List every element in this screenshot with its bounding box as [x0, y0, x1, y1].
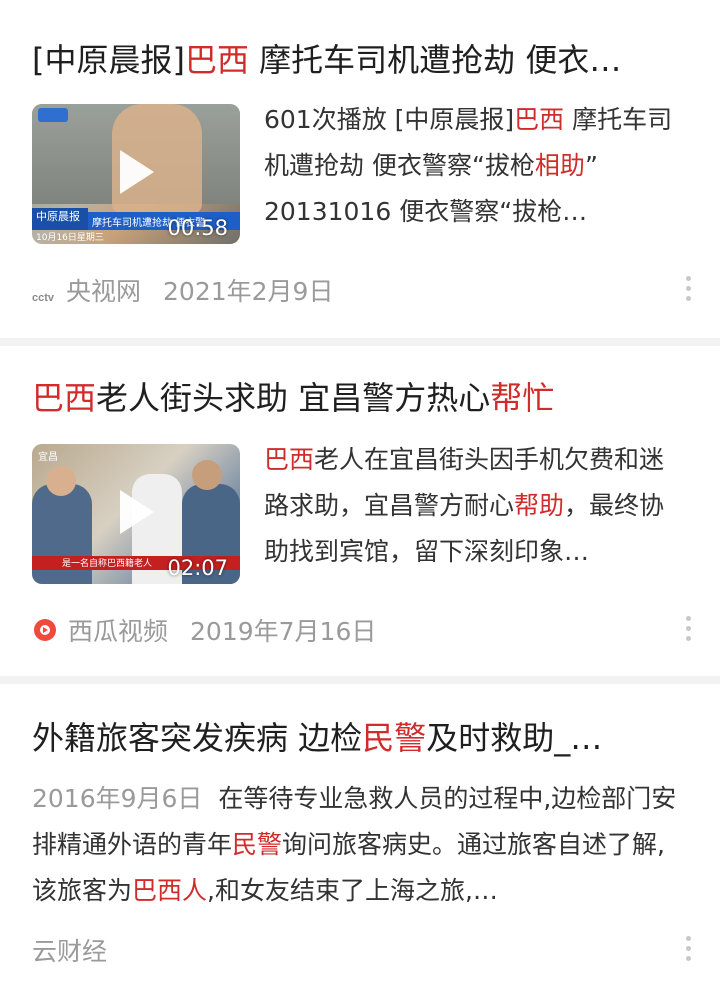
title-text: [中原晨报] — [32, 41, 185, 79]
result-title[interactable]: 巴西老人街头求助 宜昌警方热心帮忙 — [32, 376, 696, 420]
source-name[interactable]: 西瓜视频 — [68, 612, 168, 648]
video-duration: 00:58 — [167, 216, 228, 240]
result-card-2[interactable]: 巴西老人街头求助 宜昌警方热心帮忙 宜昌 是一名自称巴西籍老人 02:07 巴西… — [0, 346, 720, 676]
title-highlight: 巴西 — [32, 379, 97, 417]
result-meta: 云财经 — [32, 932, 129, 968]
publish-date: 2019年7月16日 — [190, 617, 377, 646]
more-options-icon[interactable] — [686, 936, 692, 961]
channel-logo-icon — [38, 108, 68, 122]
title-highlight: 巴西 — [184, 41, 249, 79]
video-thumbnail[interactable]: 中原晨报 摩托车司机遭抢劫 便衣警 10月16日星期三 00:58 — [32, 104, 240, 244]
result-snippet: 2016年9月6日 在等待专业急救人员的过程中,边检部门安排精通外语的青年民警询… — [32, 784, 677, 905]
thumb-caption: 宜昌 — [38, 452, 58, 463]
title-text: 及时救助_… — [426, 719, 603, 757]
thumb-caption: 中原晨报 — [36, 210, 80, 223]
result-meta: cctv 央视网 2021年2月9日 — [32, 272, 333, 308]
thumb-caption-bar: 是一名自称巴西籍老人 — [62, 559, 153, 569]
result-card-1[interactable]: [中原晨报]巴西 摩托车司机遭抢劫 便衣… 中原晨报 摩托车司机遭抢劫 便衣警 … — [0, 0, 720, 338]
result-snippet: 巴西老人在宜昌街头因手机欠费和迷路求助，宜昌警方耐心帮助，最终协助找到宾馆，留下… — [264, 445, 665, 566]
result-card-3[interactable]: 外籍旅客突发疾病 边检民警及时救助_… 2016年9月6日 在等待专业急救人员的… — [0, 684, 720, 981]
video-thumbnail[interactable]: 宜昌 是一名自称巴西籍老人 02:07 — [32, 444, 240, 584]
source-name[interactable]: 央视网 — [66, 272, 141, 308]
video-duration: 02:07 — [167, 556, 228, 580]
publish-date: 2021年2月9日 — [163, 277, 334, 306]
title-text: 外籍旅客突发疾病 边检 — [32, 719, 363, 757]
result-snippet: 601次播放 [中原晨报]巴西 摩托车司机遭抢劫 便衣警察“拔枪相助” 2013… — [264, 105, 673, 226]
result-title[interactable]: [中原晨报]巴西 摩托车司机遭抢劫 便衣… — [32, 38, 696, 82]
title-highlight: 民警 — [362, 719, 427, 757]
result-title[interactable]: 外籍旅客突发疾病 边检民警及时救助_… — [32, 716, 696, 760]
publish-date: 2016年9月6日 — [32, 784, 203, 813]
title-text: 摩托车司机遭抢劫 便衣… — [249, 41, 622, 79]
play-icon — [120, 150, 154, 194]
more-options-icon[interactable] — [686, 276, 692, 301]
svg-text:cctv: cctv — [32, 292, 55, 304]
more-options-icon[interactable] — [686, 616, 692, 641]
cctv-logo-icon: cctv — [32, 282, 62, 304]
source-name[interactable]: 云财经 — [32, 932, 107, 968]
result-meta: 西瓜视频 2019年7月16日 — [32, 612, 376, 648]
thumb-date: 10月16日星期三 — [36, 233, 104, 243]
title-highlight: 帮忙 — [490, 379, 555, 417]
play-icon — [120, 490, 154, 534]
title-text: 老人街头求助 宜昌警方热心 — [96, 379, 491, 417]
xigua-icon — [32, 617, 58, 643]
